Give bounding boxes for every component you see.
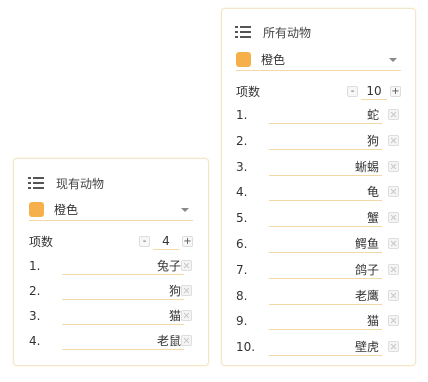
item-index: 8. (236, 288, 248, 303)
item-index: 2. (29, 284, 41, 298)
item-index: 5. (236, 211, 248, 226)
remove-item-icon[interactable] (388, 160, 399, 172)
count-input[interactable]: 10 (361, 84, 387, 100)
list-item: 4. 老鼠 (29, 331, 194, 351)
count-input[interactable]: 4 (153, 234, 179, 250)
item-index: 7. (236, 262, 248, 277)
color-dropdown-value: 橙色 (54, 203, 79, 217)
list-item: 1. 兔子 (29, 256, 194, 276)
list-item: 7. 鸽子 (236, 260, 401, 280)
chevron-down-icon (181, 207, 189, 212)
remove-item-icon[interactable] (181, 335, 192, 346)
remove-item-icon[interactable] (388, 341, 399, 353)
panel-header: 所有动物 (235, 24, 311, 41)
item-value-input[interactable]: 老鼠 (62, 332, 184, 350)
remove-item-icon[interactable] (181, 285, 192, 296)
item-index: 3. (29, 309, 41, 323)
remove-item-icon[interactable] (388, 212, 399, 224)
item-index: 1. (236, 108, 248, 122)
list-icon (235, 26, 251, 39)
color-swatch (29, 202, 44, 217)
remove-item-icon[interactable] (388, 134, 399, 146)
item-value-input[interactable]: 鳄鱼 (269, 235, 382, 253)
remove-item-icon[interactable] (388, 238, 399, 249)
item-index: 2. (236, 133, 248, 148)
item-index: 4. (236, 185, 248, 200)
item-value-input[interactable]: 老鹰 (269, 287, 382, 305)
remove-item-icon[interactable] (388, 109, 399, 120)
color-swatch (236, 52, 251, 67)
item-index: 1. (29, 259, 41, 273)
increment-button[interactable]: + (390, 86, 401, 97)
item-index: 6. (236, 237, 248, 251)
all-animals-panel: 所有动物 橙色 项数 - 10 + 1. 蛇 2. 狗 3. 蜥蜴 4. 龟 5. 蟹 6. 鳄鱼 7.… (221, 8, 416, 366)
chevron-down-icon (389, 57, 397, 62)
item-index: 4. (29, 334, 41, 348)
remove-item-icon[interactable] (181, 260, 192, 271)
panel-title: 所有动物 (263, 26, 312, 40)
list-item: 2. 狗 (29, 281, 194, 301)
item-value-input[interactable]: 狗 (62, 282, 184, 300)
list-item: 9. 猫 (236, 311, 401, 331)
list-item: 3. 蜥蜴 (236, 157, 401, 177)
remove-item-icon[interactable] (388, 315, 399, 327)
item-value-input[interactable]: 蜥蜴 (269, 158, 382, 176)
item-count-row: 项数 - 10 + (236, 83, 401, 100)
item-value-input[interactable]: 壁虎 (269, 338, 382, 357)
item-index: 9. (236, 314, 248, 329)
remove-item-icon[interactable] (181, 310, 192, 321)
list-icon (28, 177, 44, 190)
item-value-input[interactable]: 蛇 (269, 106, 382, 124)
list-item: 6. 鳄鱼 (236, 234, 401, 254)
panel-header: 现有动物 (28, 175, 104, 192)
decrement-button[interactable]: - (139, 236, 150, 247)
color-dropdown[interactable]: 橙色 (236, 49, 401, 71)
decrement-button[interactable]: - (347, 86, 358, 97)
increment-button[interactable]: + (182, 236, 193, 247)
item-value-input[interactable]: 猫 (269, 312, 382, 331)
list-item: 4. 龟 (236, 182, 401, 202)
item-index: 10. (236, 340, 256, 355)
item-value-input[interactable]: 鸽子 (269, 261, 382, 279)
item-value-input[interactable]: 狗 (269, 132, 382, 150)
item-value-input[interactable]: 兔子 (62, 257, 184, 275)
current-animals-panel: 现有动物 橙色 项数 - 4 + 1. 兔子 2. 狗 3. 猫 4. 老鼠 (13, 158, 209, 366)
color-dropdown[interactable]: 橙色 (29, 199, 193, 221)
list-item: 1. 蛇 (236, 105, 401, 125)
count-label: 项数 (29, 235, 54, 249)
item-index: 3. (236, 159, 248, 174)
list-item: 2. 狗 (236, 131, 401, 151)
item-count-row: 项数 - 4 + (29, 233, 193, 250)
remove-item-icon[interactable] (388, 289, 399, 301)
color-dropdown-value: 橙色 (261, 53, 286, 67)
list-item: 5. 蟹 (236, 208, 401, 228)
list-item: 10. 壁虎 (236, 337, 401, 357)
remove-item-icon[interactable] (388, 186, 399, 198)
list-item: 8. 老鹰 (236, 286, 401, 306)
list-item: 3. 猫 (29, 306, 194, 326)
item-value-input[interactable]: 龟 (269, 183, 382, 202)
item-value-input[interactable]: 猫 (62, 307, 184, 325)
count-label: 项数 (236, 85, 261, 99)
item-value-input[interactable]: 蟹 (269, 209, 382, 228)
remove-item-icon[interactable] (388, 263, 399, 275)
panel-title: 现有动物 (56, 177, 105, 191)
